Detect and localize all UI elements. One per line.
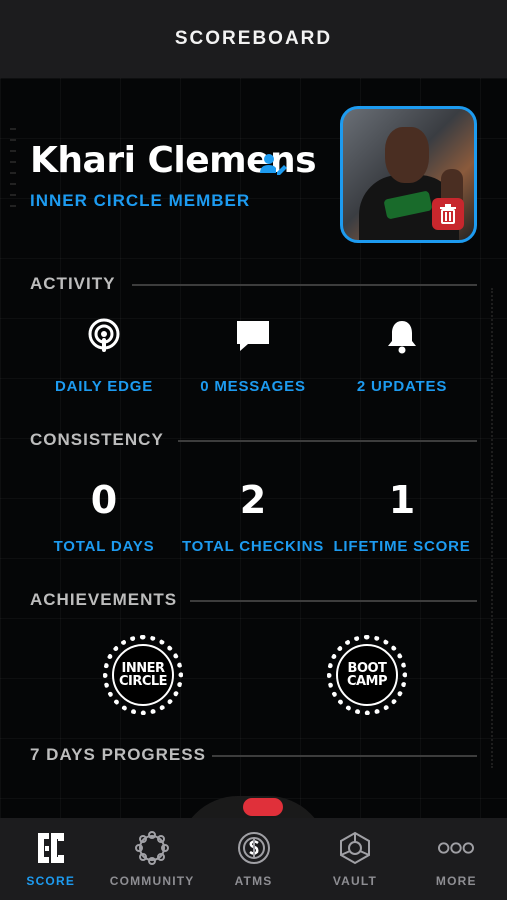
bell-icon[interactable] bbox=[382, 316, 422, 356]
lifetime-score-value: 1 bbox=[388, 478, 416, 522]
left-decoration bbox=[10, 128, 20, 758]
community-icon bbox=[134, 830, 170, 866]
updates-link[interactable]: 2 UPDATES bbox=[342, 378, 462, 395]
total-days-value: 0 bbox=[90, 478, 118, 522]
total-days-label: TOTAL DAYS bbox=[53, 538, 155, 555]
checkin-button[interactable] bbox=[243, 798, 283, 816]
boot-camp-badge[interactable]: BOOT CAMP bbox=[327, 635, 407, 715]
top-header: SCOREBOARD bbox=[0, 0, 507, 78]
tab-more[interactable]: MORE bbox=[406, 818, 507, 900]
right-decoration bbox=[491, 288, 499, 768]
total-checkins-value: 2 bbox=[239, 478, 267, 522]
tab-label: ATMS bbox=[234, 874, 273, 888]
vault-icon bbox=[337, 830, 373, 866]
podcast-icon[interactable] bbox=[84, 316, 124, 356]
achievements-divider bbox=[190, 600, 477, 602]
bottom-tab-bar: SCORE COMMUNITY ATMS VAULT MORE bbox=[0, 818, 507, 900]
tab-atms[interactable]: ATMS bbox=[203, 818, 304, 900]
tab-vault[interactable]: VAULT bbox=[304, 818, 405, 900]
lifetime-score-label: LIFETIME SCORE bbox=[333, 538, 471, 555]
person-edit-icon[interactable] bbox=[260, 153, 288, 175]
more-icon bbox=[438, 830, 475, 866]
avatar[interactable] bbox=[340, 106, 477, 243]
tab-label: SCORE bbox=[26, 874, 76, 888]
total-checkins-label: TOTAL CHECKINS bbox=[181, 538, 325, 555]
message-icon[interactable] bbox=[233, 316, 273, 356]
consistency-heading: CONSISTENCY bbox=[30, 430, 164, 449]
badge-line: CAMP bbox=[346, 674, 388, 689]
trash-icon[interactable] bbox=[432, 198, 464, 230]
messages-link[interactable]: 0 MESSAGES bbox=[193, 378, 313, 395]
page-title: SCOREBOARD bbox=[174, 28, 333, 49]
progress-divider bbox=[212, 755, 477, 757]
badge-line: CIRCLE bbox=[118, 674, 168, 689]
tab-label: VAULT bbox=[332, 874, 378, 888]
progress-heading: 7 DAYS PROGRESS bbox=[30, 745, 206, 764]
activity-divider bbox=[132, 284, 477, 286]
tab-community[interactable]: COMMUNITY bbox=[101, 818, 202, 900]
membership-label: INNER CIRCLE MEMBER bbox=[30, 191, 251, 210]
daily-edge-link[interactable]: DAILY EDGE bbox=[44, 378, 164, 395]
inner-circle-badge[interactable]: INNER CIRCLE bbox=[103, 635, 183, 715]
consistency-divider bbox=[178, 440, 477, 442]
tab-label: COMMUNITY bbox=[109, 874, 195, 888]
tab-label: MORE bbox=[435, 874, 477, 888]
atms-icon bbox=[236, 830, 272, 866]
activity-heading: ACTIVITY bbox=[30, 274, 116, 293]
scoreboard-content[interactable]: Khari Clemens INNER CIRCLE MEMBER ACTIVI… bbox=[0, 78, 507, 818]
gc-logo-icon bbox=[33, 830, 69, 866]
achievements-heading: ACHIEVEMENTS bbox=[30, 590, 178, 609]
tab-score[interactable]: SCORE bbox=[0, 818, 101, 900]
